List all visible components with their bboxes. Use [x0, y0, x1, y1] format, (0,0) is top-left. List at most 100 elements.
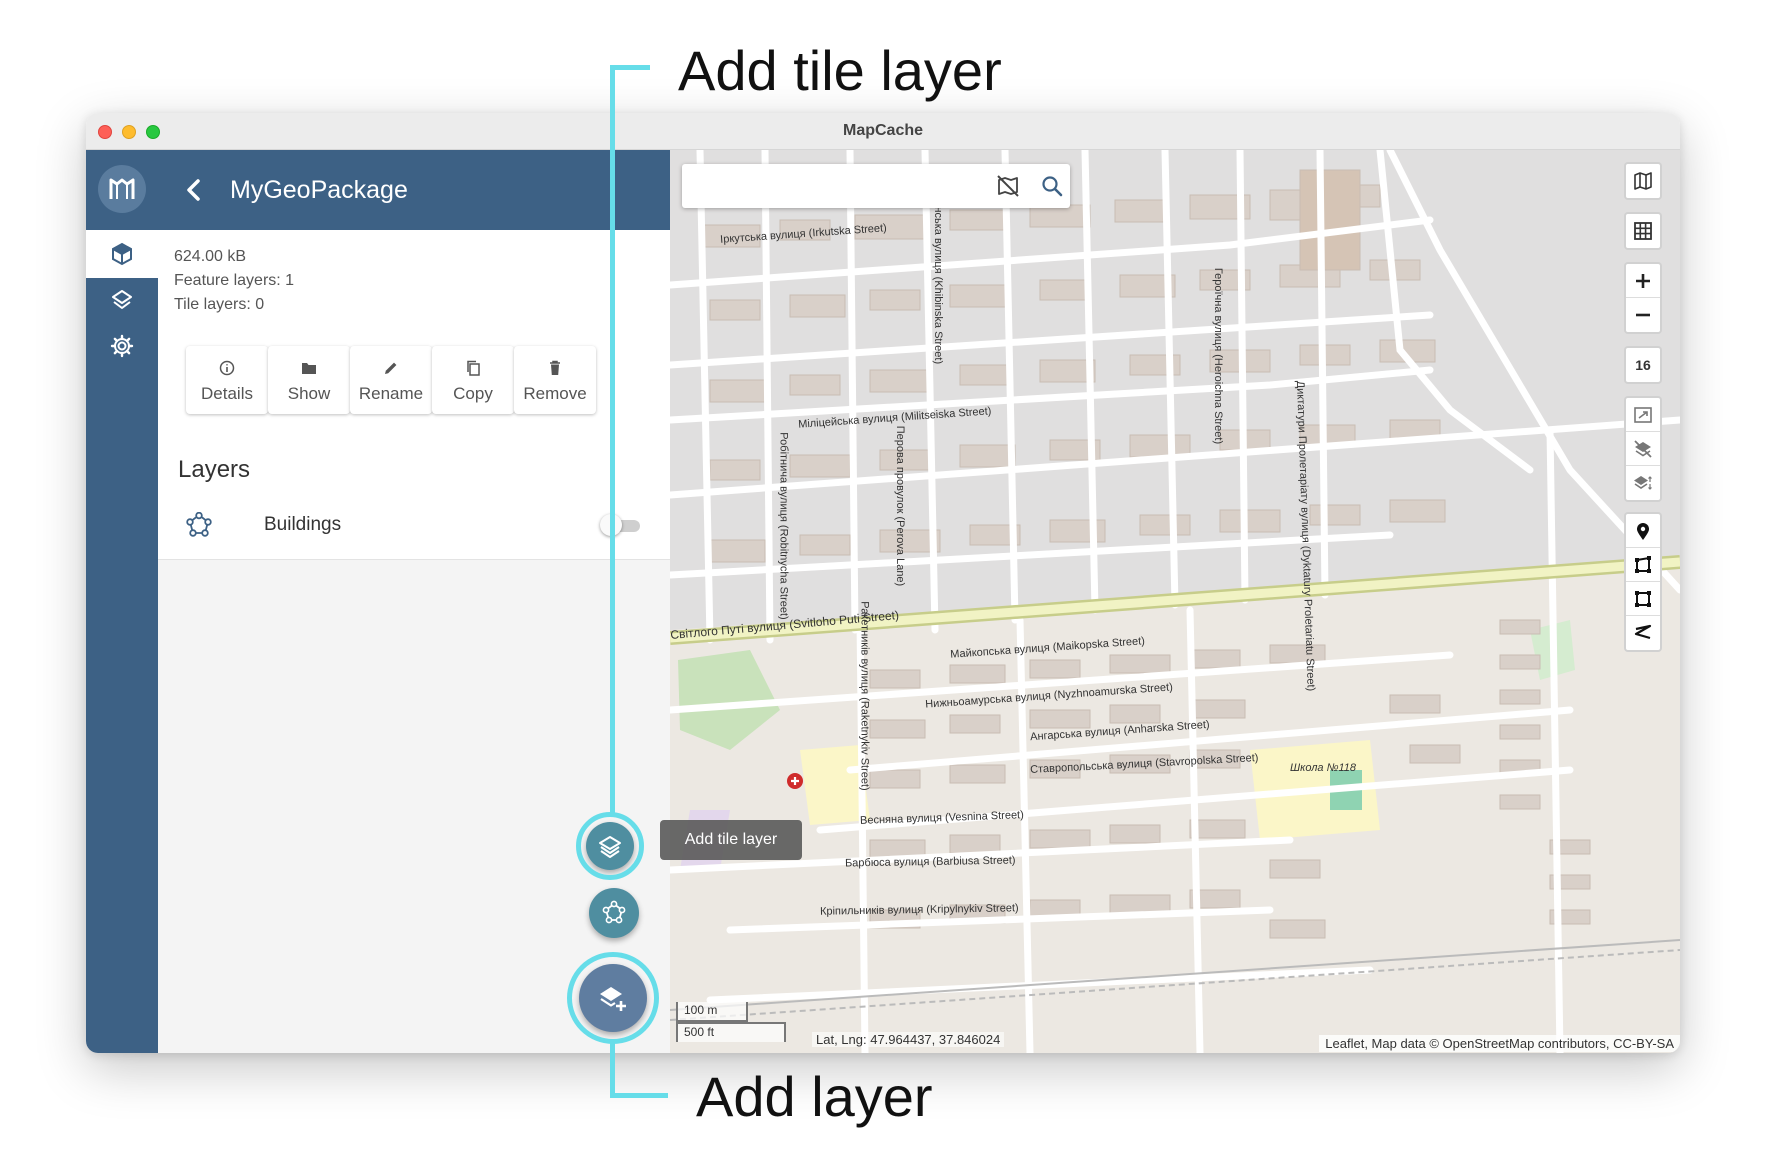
street-label: Весняна вулиця (Vesnina Street) — [859, 809, 1025, 827]
street-label: Героїчна вулиця (Heroichna Street) — [1212, 267, 1225, 445]
map-search-bar — [682, 164, 1070, 208]
panel-header: MyGeoPackage — [158, 150, 670, 230]
zoom-in-button[interactable] — [1626, 264, 1660, 298]
chevron-left-icon — [187, 179, 200, 201]
screenshot-stage: { "window": { "title": "MapCache" }, "ra… — [0, 0, 1766, 1170]
rail-item-geopackage[interactable] — [86, 230, 158, 278]
draw-line-button[interactable] — [1626, 616, 1660, 650]
street-label: Кріпильників вулиця (Kripylnykiv Street) — [819, 902, 1019, 918]
copy-label: Copy — [453, 384, 493, 403]
map-icon — [1634, 172, 1652, 190]
cursor-coordinates: Lat, Lng: 47.964437, 37.846024 — [812, 1032, 1005, 1047]
layer-order-button[interactable] — [1626, 466, 1660, 500]
grid-control[interactable] — [1624, 212, 1662, 250]
street-label: Робітнича вулиця (Robitnycha Street) — [777, 432, 790, 620]
trash-icon — [550, 360, 560, 375]
grid-button[interactable] — [1626, 214, 1660, 248]
callout-add-layer: Add layer — [696, 1065, 933, 1128]
back-button[interactable] — [178, 174, 210, 206]
layers-heading: Layers — [178, 456, 251, 483]
add-layer-highlight — [567, 952, 659, 1044]
polygon-icon — [602, 900, 626, 924]
mapcache-logo-icon — [109, 178, 135, 199]
rename-label: Rename — [358, 384, 424, 403]
navigation-rail — [86, 150, 158, 1053]
street-label: Ангарська вулиця (Anharska Street) — [1029, 718, 1211, 744]
remove-button[interactable]: Remove — [514, 346, 596, 414]
scale-bar: 100 m 500 ft — [676, 1002, 786, 1042]
zoom-to-extent-icon — [1634, 407, 1652, 423]
street-label: Барбюса вулиця (Barbiusa Street) — [844, 854, 1016, 870]
map-off-icon[interactable] — [996, 174, 1020, 198]
hide-layers-button[interactable] — [1626, 432, 1660, 466]
scale-metric: 100 m — [676, 1002, 748, 1022]
zoom-control — [1624, 262, 1662, 334]
plus-icon — [1636, 274, 1650, 288]
street-label: Іркутська вулиця (Irkutska Street) — [719, 222, 888, 246]
layers-icon — [112, 290, 132, 309]
street-label: Диктатури Пролетаріату вулиця (Dyktatury… — [1293, 380, 1317, 692]
geopackage-size: 624.00 kB — [174, 248, 247, 265]
map-marker-icon — [1637, 523, 1649, 540]
pencil-icon — [385, 362, 397, 374]
zoom-out-button[interactable] — [1626, 298, 1660, 332]
street-label: Ставропольська вулиця (Stavropolska Stre… — [1029, 752, 1259, 776]
street-label: Школа №118 — [1290, 762, 1357, 774]
callout-add-tile-layer: Add tile layer — [678, 39, 1002, 102]
title-bar: MapCache — [86, 113, 1680, 150]
polyline-draw-icon — [1634, 624, 1652, 640]
feature-layer-icon — [186, 512, 212, 537]
basemap-button[interactable] — [1626, 164, 1660, 198]
basemap-control[interactable] — [1624, 162, 1662, 200]
street-label: Хібінська вулиця (Khibinska Street) — [932, 187, 945, 365]
rail-item-layers[interactable] — [86, 276, 158, 324]
callout-line-top-vertical — [610, 65, 615, 814]
copy-button[interactable]: Copy — [432, 346, 514, 414]
info-icon — [219, 360, 235, 376]
map-attribution[interactable]: Leaflet, Map data © OpenStreetMap contri… — [1319, 1035, 1680, 1052]
map-street-labels: Іркутська вулиця (Irkutska Street) Міліц… — [670, 150, 1680, 1053]
search-icon[interactable] — [1040, 174, 1064, 198]
add-tile-layer-tooltip: Add tile layer — [660, 820, 802, 860]
draw-polygon-button[interactable] — [1626, 548, 1660, 582]
draw-rectangle-button[interactable] — [1626, 582, 1660, 616]
details-button[interactable]: Details — [186, 346, 268, 414]
minus-icon — [1636, 313, 1650, 317]
app-window: MapCache MyGeoPackage 624.00 kB Feature … — [86, 113, 1680, 1053]
street-label: Нижньоамурська вулиця (Nyzhnoamurska Str… — [924, 681, 1174, 711]
window-title: MapCache — [842, 122, 924, 139]
street-label: Ракетників вулиця (Raketnykiv Street) — [858, 601, 871, 791]
draw-point-button[interactable] — [1626, 514, 1660, 548]
show-button[interactable]: Show — [268, 346, 350, 414]
geopackage-icon — [112, 242, 132, 266]
gear-icon — [110, 334, 134, 358]
street-label: Перова провулок (Perova Lane) — [894, 425, 907, 587]
callout-line-bottom-horizontal — [610, 1093, 668, 1098]
add-feature-layer-fab[interactable] — [589, 888, 639, 938]
app-logo[interactable] — [86, 150, 158, 230]
rectangle-draw-icon — [1635, 591, 1651, 607]
layer-visibility-toggle[interactable] — [600, 514, 640, 536]
layer-reorder-icon — [1634, 476, 1652, 490]
add-tile-layer-highlight — [576, 812, 644, 880]
zoom-level-indicator: 16 — [1635, 357, 1651, 373]
zoom-level-control: 16 — [1624, 346, 1662, 384]
street-label: Майкопська вулиця (Maikopska Street) — [949, 635, 1146, 661]
grid-icon — [1634, 222, 1652, 240]
layer-name: Buildings — [264, 514, 342, 535]
rename-button[interactable]: Rename — [350, 346, 432, 414]
folder-icon — [302, 363, 316, 374]
draw-tools-control — [1624, 512, 1662, 652]
remove-label: Remove — [523, 384, 587, 403]
tile-layers-count: Tile layers: 0 — [174, 296, 265, 313]
callout-line-bottom-vertical — [610, 1042, 615, 1098]
scale-imperial: 500 ft — [676, 1022, 786, 1042]
feature-layers-count: Feature layers: 1 — [174, 272, 295, 289]
copy-icon — [467, 360, 480, 376]
map-search-input[interactable] — [692, 172, 982, 200]
layer-row-buildings[interactable]: Buildings — [158, 494, 670, 556]
map-view[interactable]: Іркутська вулиця (Irkutska Street) Міліц… — [670, 150, 1680, 1053]
panel-title: MyGeoPackage — [230, 176, 408, 204]
fit-extent-button[interactable] — [1626, 398, 1660, 432]
rail-item-settings[interactable] — [86, 322, 158, 370]
